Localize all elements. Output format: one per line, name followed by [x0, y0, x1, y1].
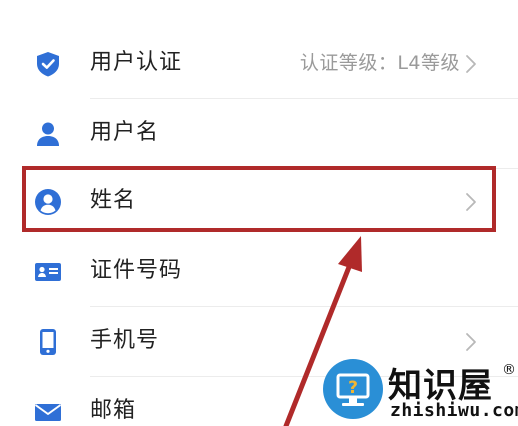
- watermark-url: zhishiwu.com: [390, 400, 518, 421]
- envelope-icon: [34, 404, 62, 421]
- chevron-right-icon: [466, 55, 476, 73]
- svg-text:?: ?: [348, 378, 358, 398]
- settings-row-label: 邮箱: [90, 398, 137, 423]
- chevron-right-icon: [466, 333, 476, 351]
- account-settings-screen: 用户认证 认证等级：L4等级 用户名 姓名 证件号码 手机号 邮箱 ? 知识屋 …: [0, 0, 518, 426]
- id-card-icon: [35, 263, 61, 281]
- mobile-phone-icon: [40, 329, 56, 355]
- watermark: ? 知识屋 ® zhishiwu.com: [318, 354, 518, 426]
- person-icon: [37, 122, 59, 146]
- settings-row-label: 用户名: [90, 120, 160, 145]
- watermark-logo: ?: [323, 359, 383, 419]
- settings-row-user-verification[interactable]: 用户认证 认证等级：L4等级: [0, 28, 518, 98]
- settings-row-id-number[interactable]: 证件号码: [0, 236, 518, 306]
- shield-check-icon: [37, 52, 59, 77]
- highlight-box-name-row: [22, 166, 496, 232]
- settings-row-label: 手机号: [90, 328, 160, 353]
- settings-row-username[interactable]: 用户名: [0, 98, 518, 168]
- verification-level-value: 认证等级：L4等级: [299, 52, 460, 74]
- settings-row-label: 用户认证: [90, 50, 183, 75]
- watermark-registered-mark: ®: [502, 362, 516, 378]
- settings-row-label: 证件号码: [90, 258, 183, 283]
